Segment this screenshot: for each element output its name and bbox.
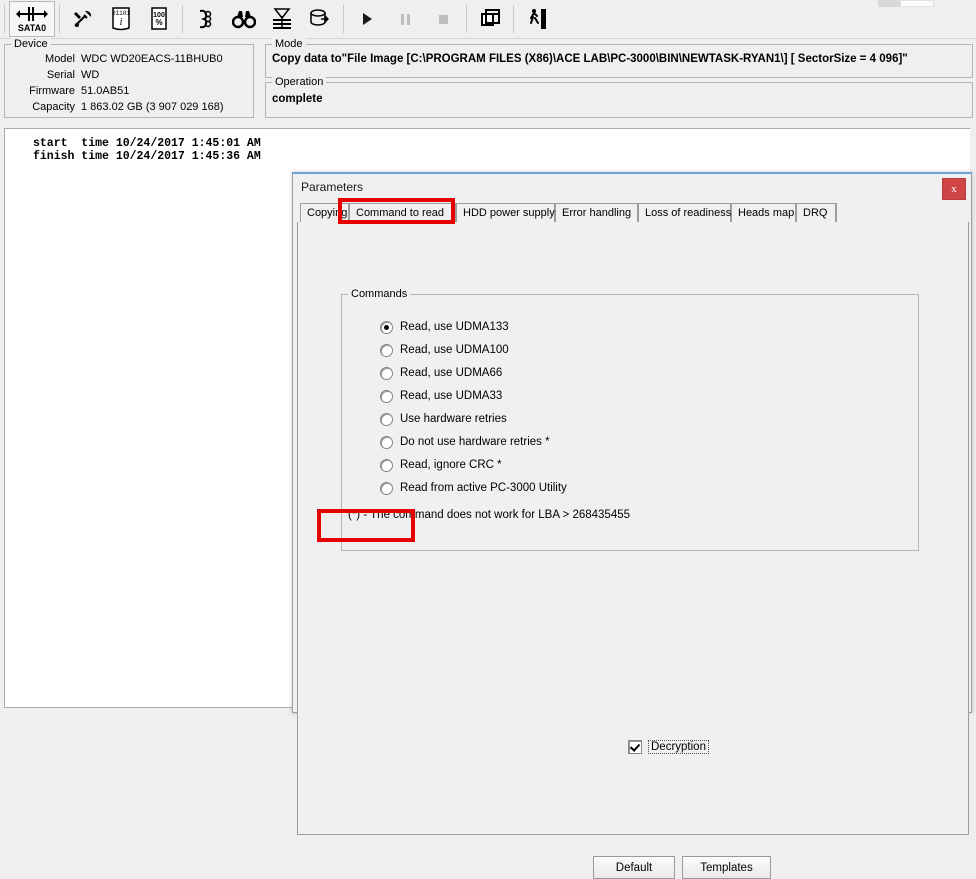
decryption-label: Decryption bbox=[648, 740, 709, 754]
operation-group: Operation complete bbox=[265, 76, 973, 118]
window-control-fragment bbox=[878, 0, 934, 9]
device-model-value: WDC WD20EACS-11BHUB0 bbox=[81, 53, 223, 65]
toolbar-divider bbox=[4, 5, 5, 33]
templates-button[interactable]: Templates bbox=[682, 856, 771, 879]
sata0-port-icon[interactable]: SATA0 bbox=[9, 1, 55, 37]
id-tag-icon[interactable] bbox=[187, 2, 225, 36]
decryption-checkbox[interactable]: Decryption bbox=[628, 740, 709, 754]
radio-read-udma66[interactable]: Read, use UDMA66 bbox=[380, 366, 502, 380]
radio-use-hardware-retries[interactable]: Use hardware retries bbox=[380, 412, 507, 426]
copy-windows-icon[interactable] bbox=[471, 2, 509, 36]
radio-label: Read from active PC-3000 Utility bbox=[400, 482, 567, 494]
radio-indicator bbox=[380, 320, 393, 334]
device-capacity-value: 1 863.02 GB (3 907 029 168) bbox=[81, 101, 224, 113]
exit-door-icon[interactable] bbox=[518, 2, 556, 36]
tab-strip: Copying Command to read HDD power supply… bbox=[300, 203, 964, 224]
radio-indicator bbox=[380, 343, 393, 357]
info-panels: Device Model WDC WD20EACS-11BHUB0 Serial… bbox=[0, 38, 976, 121]
radio-label: Read, use UDMA133 bbox=[400, 321, 509, 333]
tools-icon[interactable] bbox=[64, 2, 102, 36]
device-capacity-label: Capacity bbox=[32, 101, 75, 113]
log-line: finish time 10/24/2017 1:45:36 AM bbox=[33, 150, 261, 163]
close-icon[interactable]: x bbox=[942, 178, 966, 200]
device-serial-value: WD bbox=[81, 69, 100, 81]
stop-icon[interactable] bbox=[424, 2, 462, 36]
tab-error-handling[interactable]: Error handling bbox=[555, 203, 638, 222]
mode-group-legend: Mode bbox=[272, 38, 306, 50]
svg-text:01101: 01101 bbox=[112, 10, 130, 17]
radio-read-udma133[interactable]: Read, use UDMA133 bbox=[380, 320, 509, 334]
tab-strip-end bbox=[836, 203, 858, 222]
operation-status-text: complete bbox=[272, 93, 323, 105]
device-model-label: Model bbox=[45, 53, 75, 65]
device-group: Device Model WDC WD20EACS-11BHUB0 Serial… bbox=[4, 38, 254, 118]
radio-label: Read, use UDMA33 bbox=[400, 390, 503, 402]
toolbar-divider bbox=[343, 5, 344, 33]
radio-read-udma33[interactable]: Read, use UDMA33 bbox=[380, 389, 502, 403]
binary-info-icon[interactable]: 01101 i bbox=[102, 2, 140, 36]
radio-indicator bbox=[380, 389, 393, 403]
tab-hdd-power-supply[interactable]: HDD power supply bbox=[456, 203, 555, 222]
svg-text:SATA0: SATA0 bbox=[18, 23, 46, 33]
device-group-legend: Device bbox=[11, 38, 51, 50]
commands-footnote: (*) - The command does not work for LBA … bbox=[348, 509, 631, 521]
radio-label: Use hardware retries bbox=[400, 413, 507, 425]
radio-indicator bbox=[380, 458, 393, 472]
default-button[interactable]: Default bbox=[593, 856, 675, 879]
svg-text:i: i bbox=[120, 17, 123, 28]
percent-test-icon[interactable]: 100 % bbox=[140, 2, 178, 36]
checkbox-indicator bbox=[628, 740, 642, 754]
log-line: start time 10/24/2017 1:45:01 AM bbox=[33, 137, 261, 150]
radio-indicator bbox=[380, 366, 393, 380]
radio-read-from-active-utility[interactable]: Read from active PC-3000 Utility bbox=[380, 481, 567, 495]
tab-copying[interactable]: Copying bbox=[300, 203, 349, 222]
radio-indicator bbox=[380, 412, 393, 426]
tab-page-command-to-read: Commands Read, use UDMA133 Read, use UDM… bbox=[297, 222, 969, 835]
toolbar-divider bbox=[59, 5, 60, 33]
tab-command-to-read[interactable]: Command to read bbox=[349, 203, 456, 223]
mode-group: Mode Copy data to"File Image [C:\PROGRAM… bbox=[265, 38, 973, 78]
radio-label: Read, use UDMA100 bbox=[400, 344, 509, 356]
tab-drq[interactable]: DRQ bbox=[796, 203, 836, 222]
commands-group-legend: Commands bbox=[348, 288, 411, 300]
main-toolbar: SATA0 01101 i 100 % bbox=[0, 0, 976, 39]
parameters-dialog: Parameters x Copying Command to read HDD… bbox=[292, 172, 972, 879]
radio-label: Read, ignore CRC * bbox=[400, 459, 502, 471]
toolbar-divider bbox=[513, 5, 514, 33]
toolbar-divider bbox=[182, 5, 183, 33]
radio-indicator bbox=[380, 435, 393, 449]
radio-label: Read, use UDMA66 bbox=[400, 367, 503, 379]
radio-read-udma100[interactable]: Read, use UDMA100 bbox=[380, 343, 509, 357]
tab-loss-of-readiness[interactable]: Loss of readiness bbox=[638, 203, 731, 222]
operation-group-legend: Operation bbox=[272, 76, 327, 88]
binoculars-search-icon[interactable] bbox=[225, 2, 263, 36]
funnel-filter-icon[interactable] bbox=[263, 2, 301, 36]
radio-indicator bbox=[380, 481, 393, 495]
pause-icon[interactable] bbox=[386, 2, 424, 36]
radio-label: Do not use hardware retries * bbox=[400, 436, 550, 448]
commands-group: Commands Read, use UDMA133 Read, use UDM… bbox=[341, 288, 919, 551]
device-firmware-label: Firmware bbox=[29, 85, 75, 97]
mode-text: Copy data to"File Image [C:\PROGRAM FILE… bbox=[272, 53, 908, 65]
device-serial-label: Serial bbox=[46, 69, 75, 81]
tab-heads-map[interactable]: Heads map bbox=[731, 203, 796, 222]
device-firmware-value: 51.0AB51 bbox=[81, 85, 130, 97]
disk-export-icon[interactable] bbox=[301, 2, 339, 36]
toolbar-divider bbox=[466, 5, 467, 33]
play-icon[interactable] bbox=[348, 2, 386, 36]
dialog-title: Parameters bbox=[301, 180, 364, 194]
radio-read-ignore-crc[interactable]: Read, ignore CRC * bbox=[380, 458, 502, 472]
svg-text:%: % bbox=[155, 18, 162, 27]
radio-no-hardware-retries[interactable]: Do not use hardware retries * bbox=[380, 435, 550, 449]
